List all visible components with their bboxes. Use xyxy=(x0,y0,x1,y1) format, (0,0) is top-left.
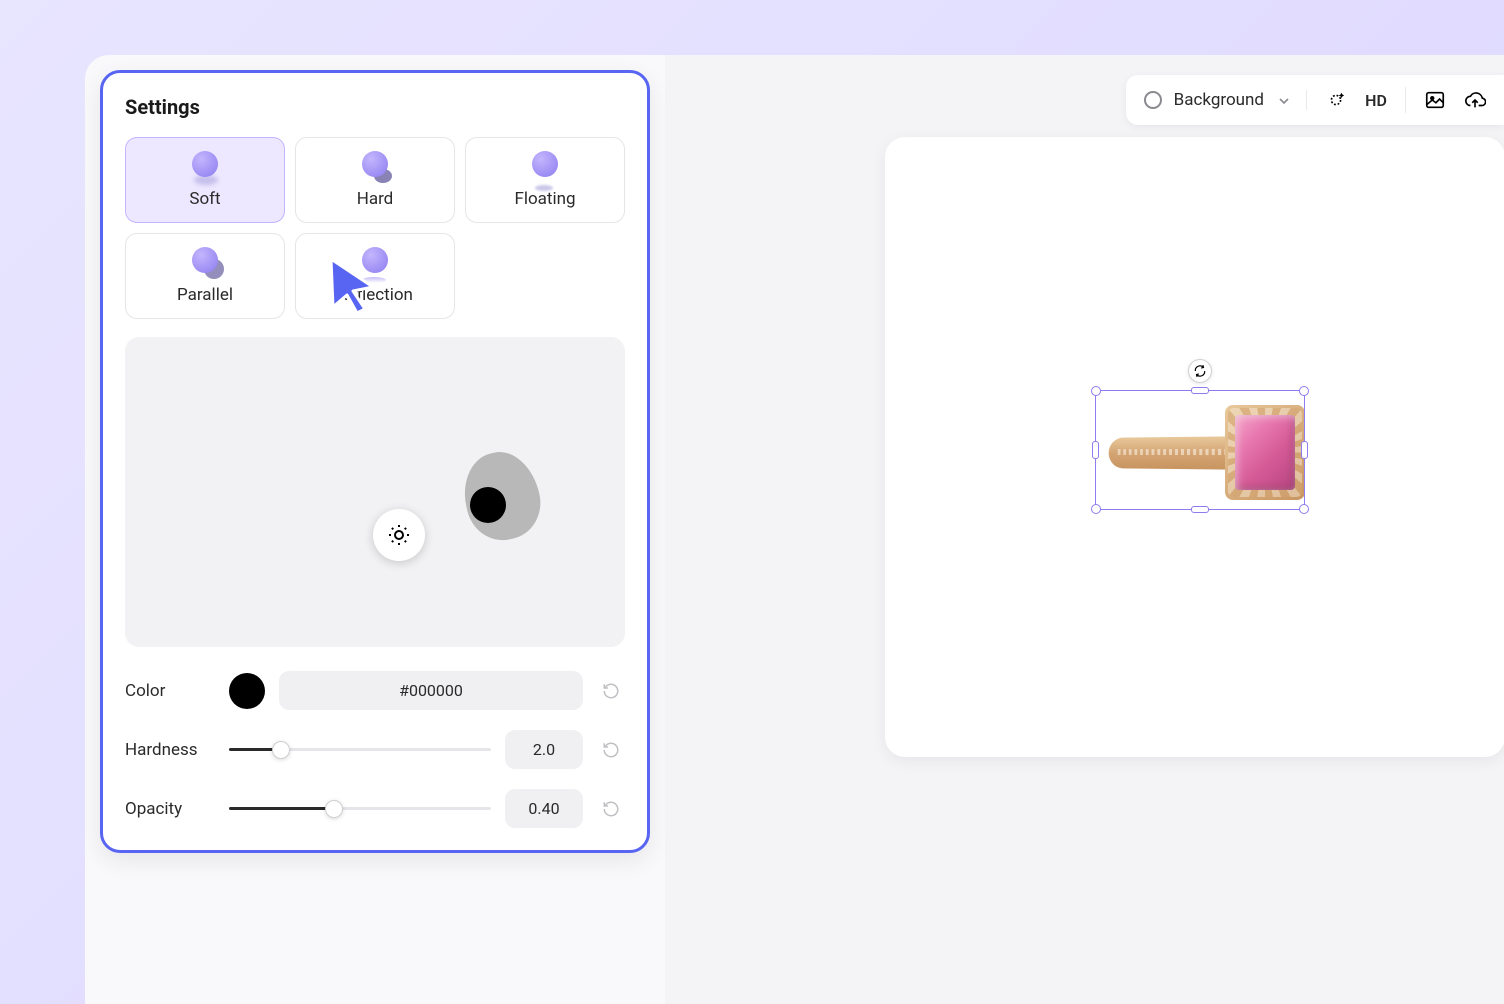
resize-handle-n[interactable] xyxy=(1191,387,1209,394)
app-container: Settings Soft Hard xyxy=(85,55,1504,1004)
preview-object-dot xyxy=(470,487,506,523)
selection-bounding-box[interactable] xyxy=(1095,390,1305,510)
reset-opacity-button[interactable] xyxy=(597,795,625,823)
shadow-preset-grid: Soft Hard Floating xyxy=(125,137,625,319)
settings-title: Settings xyxy=(125,95,625,119)
reset-hardness-button[interactable] xyxy=(597,736,625,764)
resize-handle-e[interactable] xyxy=(1301,441,1308,459)
chevron-down-icon xyxy=(1276,93,1290,107)
preset-hard[interactable]: Hard xyxy=(295,137,455,223)
rotate-handle[interactable] xyxy=(1188,359,1212,383)
light-source-handle[interactable] xyxy=(373,509,425,561)
upload-cloud-button[interactable] xyxy=(1464,89,1486,111)
hd-button[interactable]: HD xyxy=(1365,89,1387,111)
color-label: Color xyxy=(125,681,215,701)
left-panel: Settings Soft Hard xyxy=(85,55,665,1004)
resize-handle-nw[interactable] xyxy=(1091,386,1101,396)
hardness-value-input[interactable] xyxy=(505,730,583,769)
magic-wand-icon xyxy=(1325,89,1347,111)
resize-handle-se[interactable] xyxy=(1299,504,1309,514)
resize-handle-sw[interactable] xyxy=(1091,504,1101,514)
undo-icon xyxy=(602,682,620,700)
preset-label: Parallel xyxy=(177,285,233,305)
resize-handle-s[interactable] xyxy=(1191,506,1209,513)
color-swatch[interactable] xyxy=(229,673,265,709)
hardness-label: Hardness xyxy=(125,740,215,760)
preset-parallel[interactable]: Parallel xyxy=(125,233,285,319)
color-hex-input[interactable] xyxy=(279,671,583,710)
reflection-shadow-icon xyxy=(360,247,390,277)
opacity-control-row: Opacity xyxy=(125,789,625,828)
slider-thumb[interactable] xyxy=(272,741,290,759)
preset-label: Hard xyxy=(357,189,394,209)
rotate-icon xyxy=(1193,364,1207,378)
background-swatch-icon xyxy=(1144,91,1162,109)
preset-label: Reflection xyxy=(337,285,413,305)
opacity-slider[interactable] xyxy=(229,799,491,819)
image-button[interactable] xyxy=(1424,89,1446,111)
hard-shadow-icon xyxy=(360,151,390,181)
shadow-preview[interactable] xyxy=(125,337,625,647)
resize-handle-w[interactable] xyxy=(1092,441,1099,459)
resize-handle-ne[interactable] xyxy=(1299,386,1309,396)
parallel-shadow-icon xyxy=(190,247,220,277)
preset-reflection[interactable]: Reflection xyxy=(295,233,455,319)
color-control-row: Color xyxy=(125,671,625,710)
background-selector[interactable]: Background xyxy=(1144,90,1307,110)
undo-icon xyxy=(602,800,620,818)
reset-color-button[interactable] xyxy=(597,677,625,705)
hardness-control-row: Hardness xyxy=(125,730,625,769)
canvas-area[interactable]: Background HD xyxy=(665,55,1504,1004)
opacity-label: Opacity xyxy=(125,799,215,819)
slider-thumb[interactable] xyxy=(325,800,343,818)
top-toolbar: Background HD xyxy=(1126,75,1504,125)
undo-icon xyxy=(602,741,620,759)
toolbar-separator xyxy=(1405,87,1406,113)
cloud-upload-icon xyxy=(1464,89,1486,111)
preset-label: Floating xyxy=(514,189,575,209)
hardness-slider[interactable] xyxy=(229,740,491,760)
preset-floating[interactable]: Floating xyxy=(465,137,625,223)
magic-enhance-button[interactable] xyxy=(1325,89,1347,111)
settings-panel: Settings Soft Hard xyxy=(100,70,650,853)
opacity-value-input[interactable] xyxy=(505,789,583,828)
soft-shadow-icon xyxy=(190,151,220,181)
preset-label: Soft xyxy=(189,189,220,209)
image-icon xyxy=(1424,89,1446,111)
floating-shadow-icon xyxy=(530,151,560,181)
background-label: Background xyxy=(1174,90,1264,110)
sun-icon xyxy=(387,523,411,547)
preset-soft[interactable]: Soft xyxy=(125,137,285,223)
